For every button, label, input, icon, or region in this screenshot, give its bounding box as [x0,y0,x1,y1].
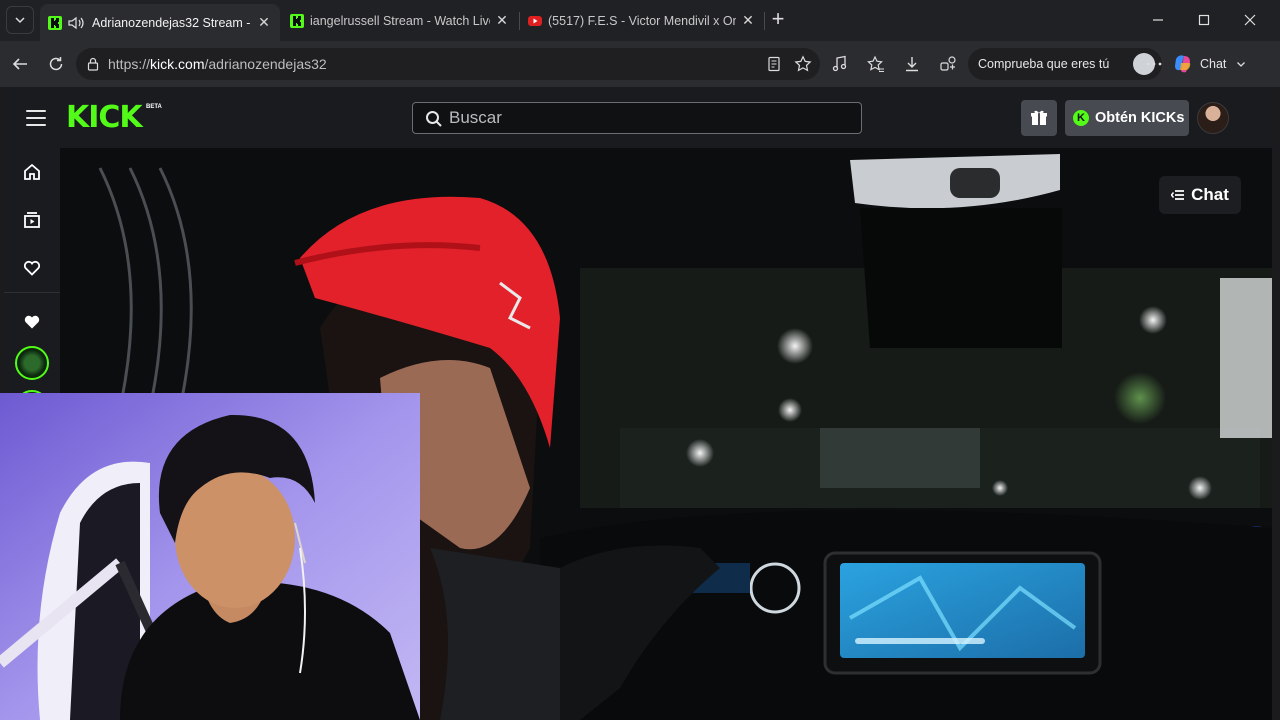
copilot-label: Chat [1200,57,1227,71]
tab-title: iangelrussell Stream - Watch Live [310,13,490,28]
get-kicks-button[interactable]: K Obtén KICKs [1065,100,1189,136]
maximize-icon [1198,14,1210,26]
close-window-button[interactable] [1238,8,1262,32]
beta-badge: BETA [146,104,162,110]
tab-title: Adrianozendejas32 Stream - W [92,15,252,30]
browse-icon [24,212,40,228]
favorites-icon [867,55,884,73]
maximize-button[interactable] [1192,8,1216,32]
copilot-chat-button[interactable]: Chat [1172,48,1272,80]
tab-actions-button[interactable] [6,6,34,34]
browser-toolbar: https://kick.com/adrianozendejas32 Compr… [0,41,1280,87]
chat-toggle-button[interactable]: Chat [1159,176,1241,214]
close-tab-icon[interactable]: ✕ [740,12,756,29]
favorites-button[interactable] [863,51,889,77]
minimize-button[interactable] [1146,8,1170,32]
new-tab-button[interactable]: + [766,8,790,32]
url-text: https://kick.com/adrianozendejas32 [108,56,327,72]
lock-icon [87,57,99,71]
verify-identity-button[interactable]: Comprueba que eres tú [968,48,1162,80]
sidebar-following-header [20,310,44,334]
chat-toggle-label: Chat [1191,185,1229,204]
chat-expand-icon [1171,190,1185,200]
tab-title: (5517) F.E.S - Victor Mendivil x Om [548,13,736,28]
media-control-button[interactable] [827,51,853,77]
downloads-button[interactable] [899,51,925,77]
back-button[interactable] [7,51,33,77]
browser-tab-strip: Adrianozendejas32 Stream - W ✕ iangelrus… [0,0,1280,41]
kicks-coin-icon: K [1073,110,1089,126]
favorite-star-icon[interactable] [794,55,812,73]
kick-icon [290,13,304,28]
refresh-button[interactable] [43,51,69,77]
reader-view-icon[interactable] [766,56,782,72]
heart-outline-icon [23,260,41,276]
heart-icon [24,315,40,329]
chevron-down-icon [15,17,25,24]
address-bar[interactable]: https://kick.com/adrianozendejas32 [76,48,820,80]
more-menu-button[interactable] [1141,51,1167,77]
verify-label: Comprueba que eres tú [978,57,1110,71]
chevron-down-icon [1237,62,1246,67]
search-input[interactable] [449,107,849,129]
minimize-icon [1153,19,1163,21]
music-note-icon [832,55,847,72]
get-kicks-label: Obtén KICKs [1095,110,1185,126]
extensions-button[interactable] [935,51,961,77]
youtube-icon [528,15,542,26]
store-icon [1031,110,1047,125]
sidebar-item-browse[interactable] [20,208,44,232]
tab-separator [764,12,765,30]
search-box[interactable] [412,102,862,134]
copilot-icon [1175,55,1191,73]
kick-logo[interactable]: KICK [66,102,143,134]
sidebar-item-home[interactable] [20,160,44,184]
back-arrow-icon [12,58,27,70]
store-button[interactable] [1021,100,1057,136]
close-tab-icon[interactable]: ✕ [256,14,272,31]
more-dots-icon [1146,62,1162,66]
refresh-icon [49,57,63,71]
extensions-icon [940,56,956,71]
search-icon [426,111,442,127]
tab-iangelrussell[interactable]: iangelrussell Stream - Watch Live ✕ [282,4,518,37]
followed-channel-avatar[interactable] [15,346,49,380]
speaker-icon[interactable] [68,16,86,30]
close-icon [1244,14,1256,26]
close-tab-icon[interactable]: ✕ [494,12,510,29]
menu-button[interactable] [26,110,46,126]
profile-avatar[interactable] [1197,102,1229,134]
sidebar-divider [4,292,60,293]
webcam-overlay [0,393,420,720]
streamer-webcam-image [0,393,420,720]
tab-adrianozendejas32[interactable]: Adrianozendejas32 Stream - W ✕ [40,4,280,41]
sidebar-item-following[interactable] [20,256,44,280]
kick-header: KICK BETA K Obtén KICKs [4,88,1272,148]
tab-youtube[interactable]: (5517) F.E.S - Victor Mendivil x Om ✕ [520,4,764,37]
home-icon [24,163,40,180]
kick-icon [48,15,62,30]
download-icon [906,57,918,72]
